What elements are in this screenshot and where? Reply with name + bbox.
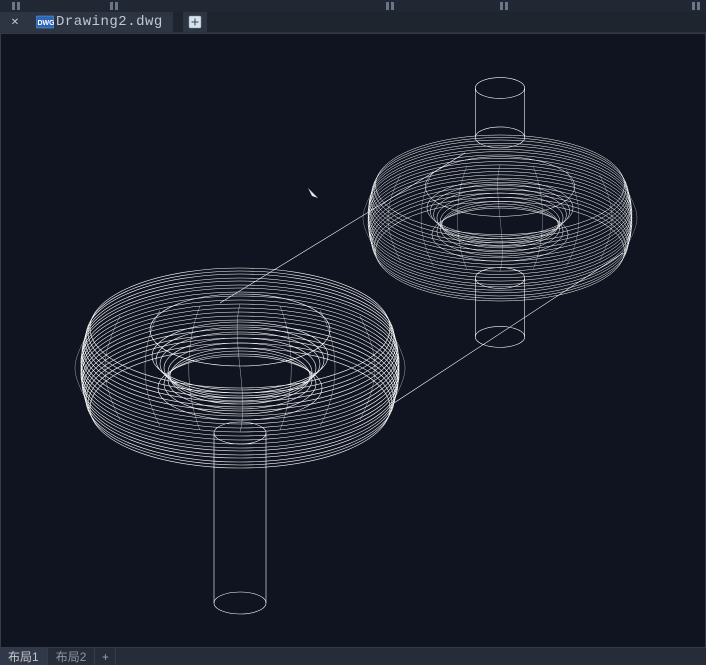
new-drawing-button[interactable] — [183, 12, 207, 32]
wireframe-torus-1 — [75, 268, 405, 614]
layout-tab-1[interactable]: 布局1 — [0, 648, 48, 665]
model-viewport[interactable] — [0, 33, 706, 648]
svg-text:DWG: DWG — [38, 20, 55, 27]
layout-tab-2[interactable]: 布局2 — [48, 648, 96, 665]
wireframe-torus-2 — [363, 78, 637, 348]
close-tab-button[interactable] — [0, 12, 30, 32]
document-tab-bar: DWG Drawing2.dwg — [0, 12, 706, 33]
document-tab[interactable]: DWG Drawing2.dwg — [30, 12, 173, 32]
layout-tab-bar: 布局1 布局2 + — [0, 648, 706, 665]
panel-separator-bar — [0, 0, 706, 12]
crosshair-pick-cursor — [308, 188, 318, 204]
dwg-file-icon: DWG — [36, 15, 54, 29]
document-filename: Drawing2.dwg — [56, 14, 173, 30]
add-layout-button[interactable]: + — [95, 648, 116, 665]
